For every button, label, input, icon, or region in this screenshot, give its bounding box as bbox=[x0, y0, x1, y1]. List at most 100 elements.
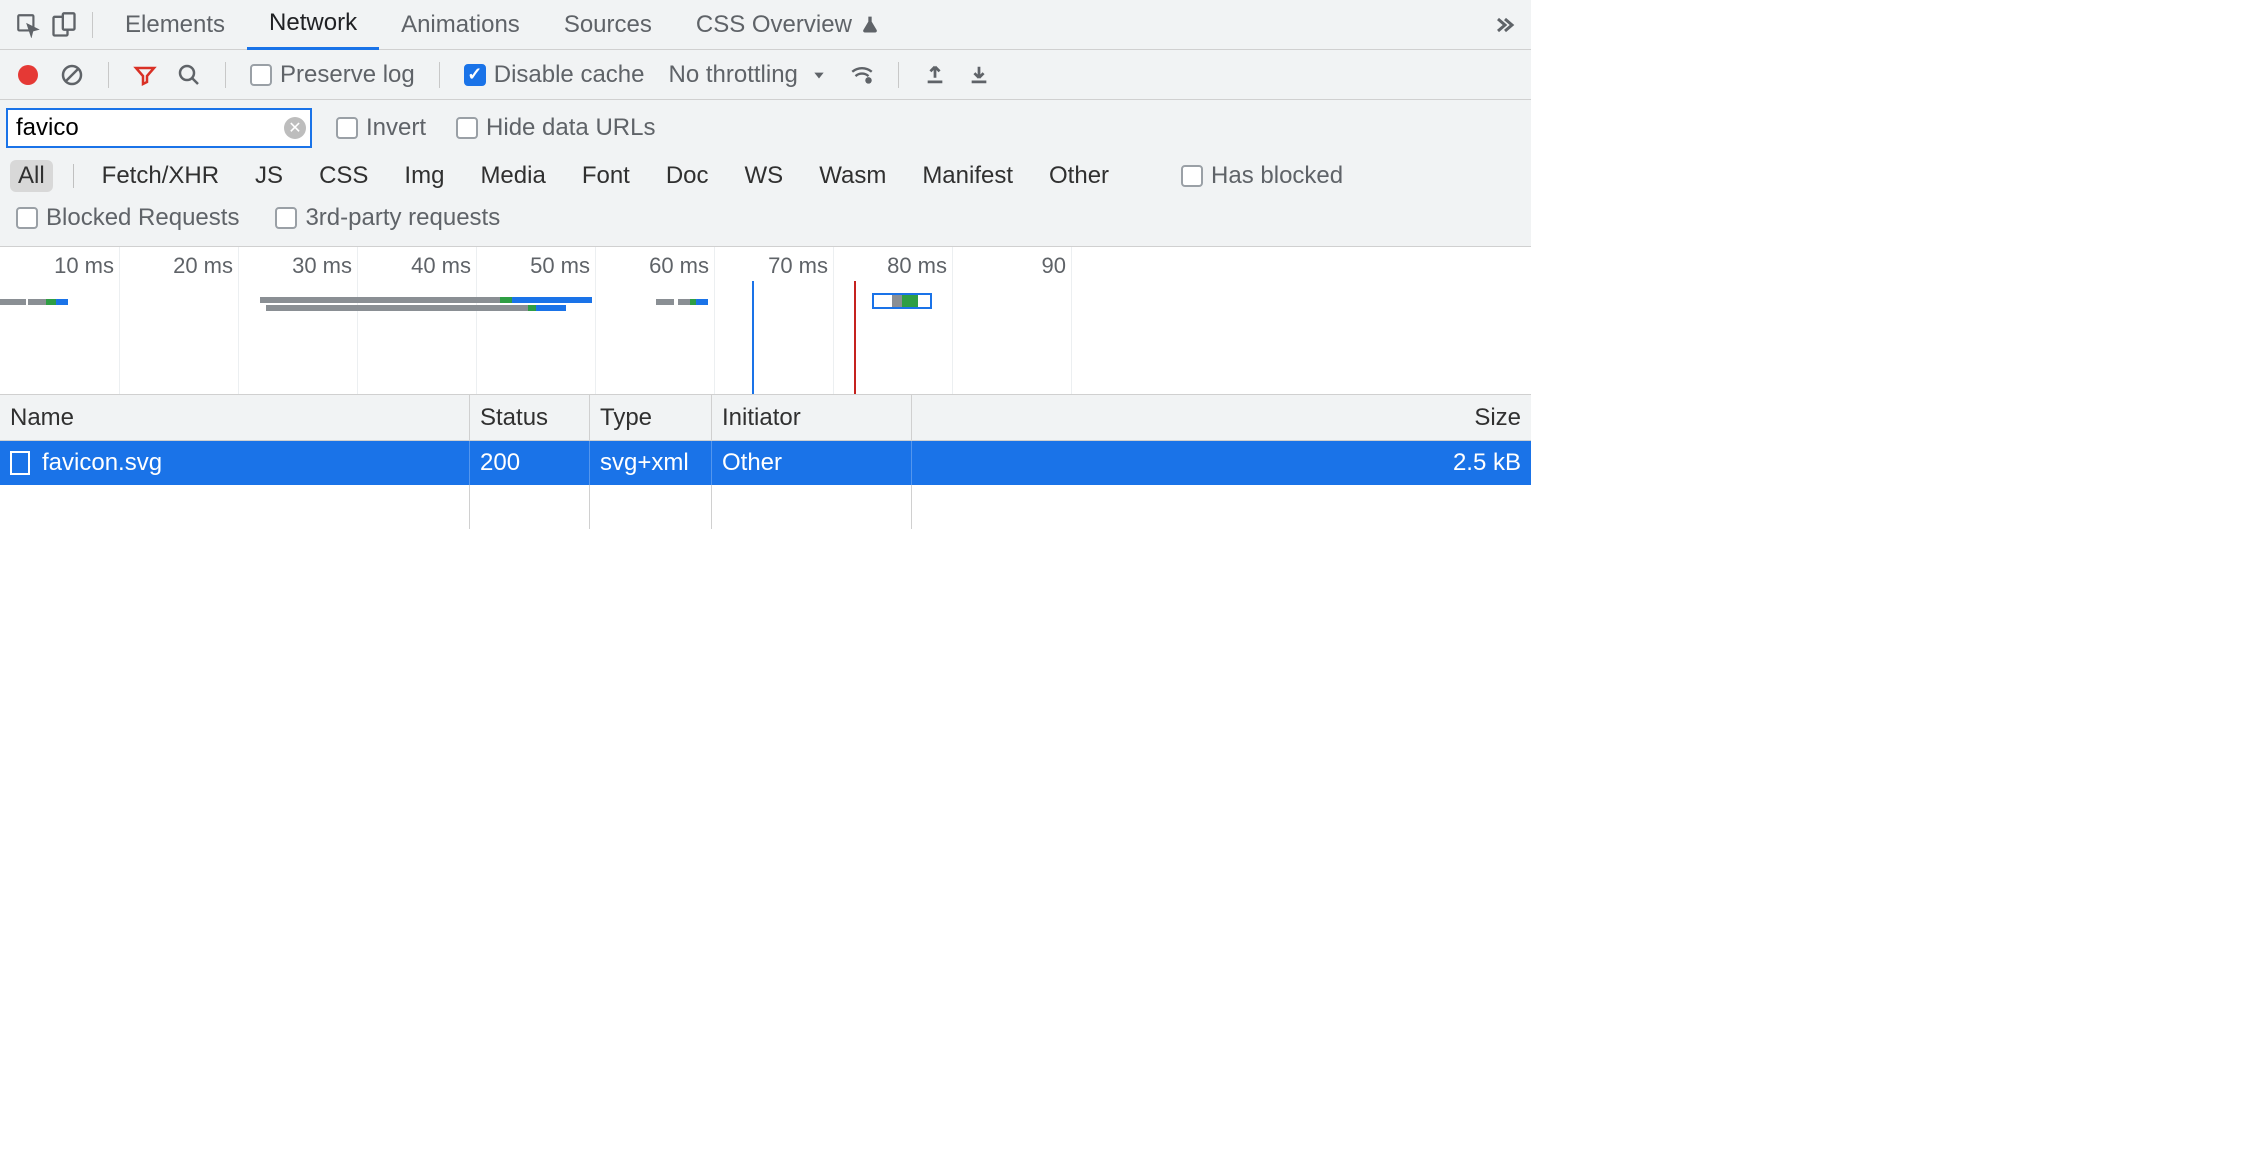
dom-content-loaded-line bbox=[752, 281, 754, 394]
export-har-icon[interactable] bbox=[961, 57, 997, 93]
tick-label: 20 ms bbox=[173, 253, 239, 279]
timeline-bar bbox=[500, 297, 512, 303]
invert-checkbox[interactable]: Invert bbox=[330, 114, 432, 142]
load-event-line bbox=[854, 281, 856, 394]
third-party-label: 3rd-party requests bbox=[305, 204, 500, 232]
timeline-bar bbox=[678, 299, 690, 305]
invert-label: Invert bbox=[366, 114, 426, 142]
type-all[interactable]: All bbox=[10, 160, 53, 192]
type-doc[interactable]: Doc bbox=[658, 160, 717, 192]
flask-icon bbox=[860, 14, 880, 36]
timeline-bar bbox=[512, 297, 592, 303]
checkbox-checked-icon: ✓ bbox=[464, 64, 486, 86]
type-wasm[interactable]: Wasm bbox=[811, 160, 894, 192]
tab-network[interactable]: Network bbox=[247, 0, 379, 50]
tick-label: 80 ms bbox=[887, 253, 953, 279]
tick-label: 50 ms bbox=[530, 253, 596, 279]
row-name: favicon.svg bbox=[42, 449, 162, 477]
network-conditions-icon[interactable] bbox=[844, 57, 880, 93]
checkbox-icon bbox=[456, 117, 478, 139]
col-name-header[interactable]: Name bbox=[0, 395, 470, 440]
clear-icon[interactable] bbox=[54, 57, 90, 93]
row-size: 2.5 kB bbox=[912, 441, 1531, 485]
timeline-bar bbox=[46, 299, 56, 305]
import-har-icon[interactable] bbox=[917, 57, 953, 93]
type-fetch-xhr[interactable]: Fetch/XHR bbox=[94, 160, 227, 192]
more-tabs-icon[interactable] bbox=[1485, 7, 1521, 43]
tab-css-overview[interactable]: CSS Overview bbox=[674, 0, 902, 50]
timeline-selection[interactable] bbox=[872, 293, 932, 309]
tick-label: 30 ms bbox=[292, 253, 358, 279]
filter-icon[interactable] bbox=[127, 57, 163, 93]
type-font[interactable]: Font bbox=[574, 160, 638, 192]
tick-label: 60 ms bbox=[649, 253, 715, 279]
search-icon[interactable] bbox=[171, 57, 207, 93]
timeline-bar bbox=[28, 299, 46, 305]
type-css[interactable]: CSS bbox=[311, 160, 376, 192]
tab-sources[interactable]: Sources bbox=[542, 0, 674, 50]
network-toolbar: Preserve log ✓ Disable cache No throttli… bbox=[0, 50, 1531, 100]
col-size-header[interactable]: Size bbox=[912, 395, 1531, 440]
timeline-bar bbox=[656, 299, 674, 305]
type-ws[interactable]: WS bbox=[737, 160, 792, 192]
type-js[interactable]: JS bbox=[247, 160, 291, 192]
type-media[interactable]: Media bbox=[472, 160, 553, 192]
separator bbox=[225, 62, 226, 88]
timeline-bar bbox=[528, 305, 536, 311]
timeline-bar bbox=[696, 299, 708, 305]
blocked-requests-label: Blocked Requests bbox=[46, 204, 239, 232]
tick-label: 40 ms bbox=[411, 253, 477, 279]
request-table-header: Name Status Type Initiator Size bbox=[0, 395, 1531, 441]
separator bbox=[439, 62, 440, 88]
separator bbox=[73, 164, 74, 188]
timeline-bar bbox=[266, 305, 480, 311]
disable-cache-checkbox[interactable]: ✓ Disable cache bbox=[458, 61, 651, 89]
clear-filter-icon[interactable]: ✕ bbox=[284, 117, 306, 139]
preserve-log-checkbox[interactable]: Preserve log bbox=[244, 61, 421, 89]
timeline-overview[interactable]: 10 ms 20 ms 30 ms 40 ms 50 ms 60 ms 70 m… bbox=[0, 247, 1531, 395]
has-blocked-label: Has blocked bbox=[1211, 162, 1343, 190]
checkbox-icon bbox=[1181, 165, 1203, 187]
chevron-down-icon bbox=[812, 68, 826, 82]
preserve-log-label: Preserve log bbox=[280, 61, 415, 89]
separator bbox=[108, 62, 109, 88]
col-initiator-header[interactable]: Initiator bbox=[712, 395, 912, 440]
separator bbox=[92, 12, 93, 38]
blocked-requests-checkbox[interactable]: Blocked Requests bbox=[10, 204, 245, 232]
filter-input-wrap: ✕ bbox=[6, 108, 312, 148]
timeline-bar bbox=[56, 299, 68, 305]
timeline-bar bbox=[260, 297, 500, 303]
type-other[interactable]: Other bbox=[1041, 160, 1117, 192]
inspect-element-icon[interactable] bbox=[10, 7, 46, 43]
devtools-tab-bar: Elements Network Animations Sources CSS … bbox=[0, 0, 1531, 50]
checkbox-icon bbox=[16, 207, 38, 229]
has-blocked-checkbox[interactable]: Has blocked bbox=[1175, 162, 1349, 190]
tab-animations[interactable]: Animations bbox=[379, 0, 542, 50]
row-initiator: Other bbox=[712, 441, 912, 485]
checkbox-icon bbox=[275, 207, 297, 229]
third-party-checkbox[interactable]: 3rd-party requests bbox=[269, 204, 506, 232]
timeline-bar bbox=[536, 305, 566, 311]
hide-data-urls-checkbox[interactable]: Hide data URLs bbox=[450, 114, 661, 142]
row-status: 200 bbox=[470, 441, 590, 485]
timeline-bar bbox=[0, 299, 26, 305]
type-img[interactable]: Img bbox=[396, 160, 452, 192]
checkbox-icon bbox=[336, 117, 358, 139]
record-button[interactable] bbox=[10, 57, 46, 93]
separator bbox=[898, 62, 899, 88]
tick-label: 90 bbox=[1042, 253, 1072, 279]
tab-elements[interactable]: Elements bbox=[103, 0, 247, 50]
col-status-header[interactable]: Status bbox=[470, 395, 590, 440]
table-row[interactable]: favicon.svg 200 svg+xml Other 2.5 kB bbox=[0, 441, 1531, 485]
filter-input[interactable] bbox=[6, 108, 312, 148]
tick-label: 70 ms bbox=[768, 253, 834, 279]
type-manifest[interactable]: Manifest bbox=[914, 160, 1021, 192]
throttling-label: No throttling bbox=[668, 61, 797, 89]
filter-bar: ✕ Invert Hide data URLs All Fetch/XHR JS… bbox=[0, 100, 1531, 247]
table-empty-row: . . . . . bbox=[0, 485, 1531, 529]
hide-data-urls-label: Hide data URLs bbox=[486, 114, 655, 142]
device-toolbar-icon[interactable] bbox=[46, 7, 82, 43]
row-type: svg+xml bbox=[590, 441, 712, 485]
col-type-header[interactable]: Type bbox=[590, 395, 712, 440]
throttling-select[interactable]: No throttling bbox=[658, 61, 835, 89]
